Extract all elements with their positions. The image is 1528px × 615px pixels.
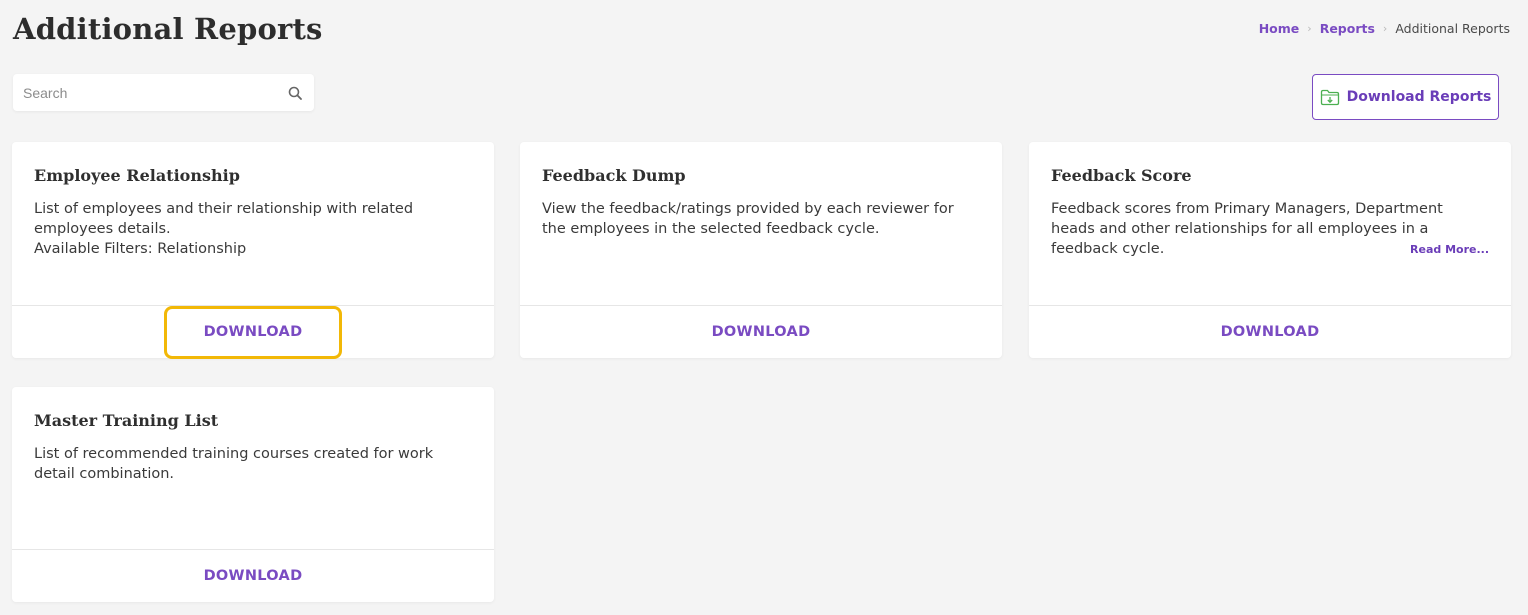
card-filters: Available Filters: Relationship bbox=[34, 241, 247, 257]
card-body: Feedback Dump View the feedback/ratings … bbox=[520, 142, 1002, 306]
report-card: Employee Relationship List of employees … bbox=[12, 142, 494, 359]
page-title: Additional Reports bbox=[13, 12, 323, 46]
card-description: List of recommended training courses cre… bbox=[34, 446, 434, 482]
card-title: Feedback Dump bbox=[542, 166, 686, 185]
report-card: Master Training List List of recommended… bbox=[12, 387, 494, 602]
download-reports-label: Download Reports bbox=[1346, 89, 1492, 105]
card-title: Feedback Score bbox=[1051, 166, 1192, 185]
report-card: Feedback Score Feedback scores from Prim… bbox=[1029, 142, 1511, 358]
card-body: Master Training List List of recommended… bbox=[12, 387, 494, 550]
card-footer: DOWNLOAD bbox=[520, 306, 1002, 358]
breadcrumb-home[interactable]: Home bbox=[1259, 21, 1300, 36]
card-description: View the feedback/ratings provided by ea… bbox=[542, 201, 954, 237]
breadcrumb: Home › Reports › Additional Reports bbox=[1259, 21, 1510, 36]
search-box bbox=[13, 74, 314, 111]
card-footer: DOWNLOAD bbox=[1029, 306, 1511, 358]
card-body: Employee Relationship List of employees … bbox=[12, 142, 494, 306]
card-footer: DOWNLOAD bbox=[12, 305, 494, 359]
read-more-link[interactable]: Read More... bbox=[1410, 243, 1489, 256]
download-button[interactable]: DOWNLOAD bbox=[1221, 324, 1320, 340]
card-body: Feedback Score Feedback scores from Prim… bbox=[1029, 142, 1511, 306]
download-button[interactable]: DOWNLOAD bbox=[204, 568, 303, 584]
breadcrumb-reports[interactable]: Reports bbox=[1320, 21, 1375, 36]
download-button[interactable]: DOWNLOAD bbox=[712, 324, 811, 340]
download-reports-button[interactable]: Download Reports bbox=[1312, 74, 1499, 120]
breadcrumb-separator: › bbox=[1382, 22, 1388, 35]
report-card: Feedback Dump View the feedback/ratings … bbox=[520, 142, 1002, 358]
search-input[interactable] bbox=[23, 84, 286, 101]
card-description: List of employees and their relationship… bbox=[34, 201, 414, 237]
breadcrumb-current: Additional Reports bbox=[1395, 21, 1510, 36]
breadcrumb-separator: › bbox=[1307, 22, 1312, 35]
search-icon[interactable] bbox=[286, 84, 304, 102]
download-button[interactable]: DOWNLOAD bbox=[164, 305, 342, 359]
card-footer: DOWNLOAD bbox=[12, 550, 494, 602]
folder-download-icon bbox=[1320, 88, 1340, 106]
card-title: Employee Relationship bbox=[34, 166, 240, 185]
card-title: Master Training List bbox=[34, 411, 219, 430]
